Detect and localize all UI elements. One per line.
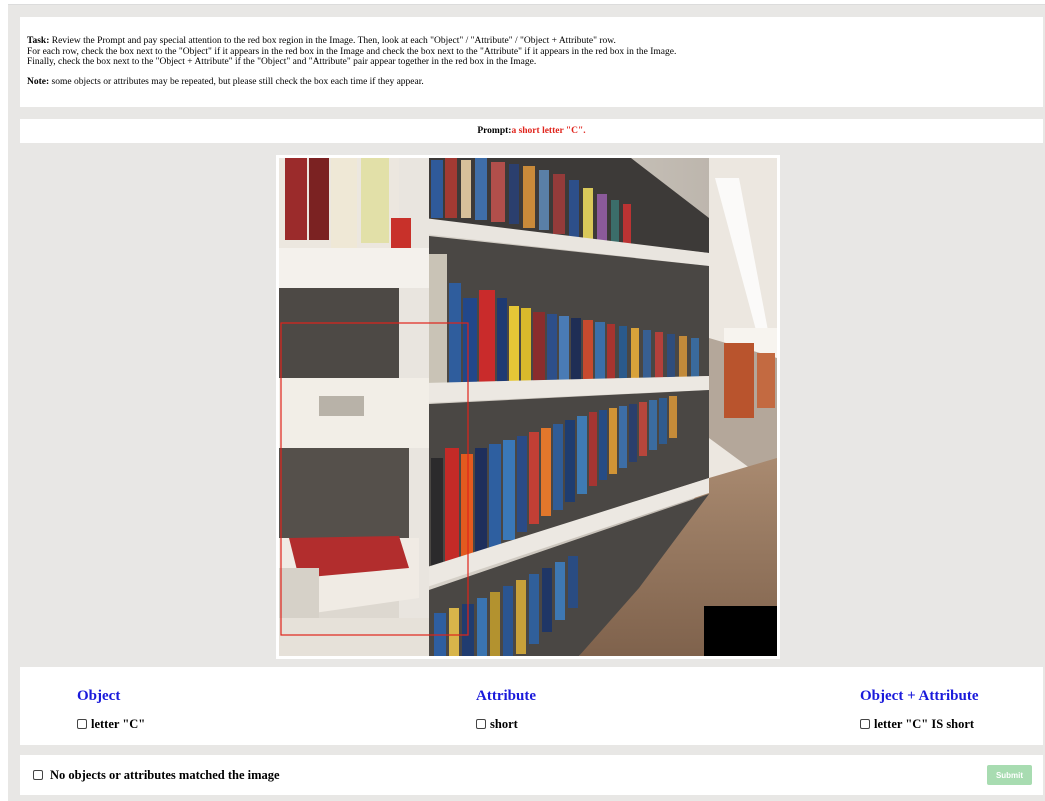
options-panel: Object letter "C" Attribute short Object… [20,667,1043,745]
no-match-label: No objects or attributes matched the ima… [50,768,280,782]
attribute-column: Attribute short [476,687,536,731]
object-attribute-column-title: Object + Attribute [860,688,979,704]
far-shelf-end-1 [724,343,754,418]
task-note: Note: some objects or attributes may be … [27,76,424,87]
bottom-bar: No objects or attributes matched the ima… [20,755,1043,795]
object-attribute-option-label: letter "C" IS short [874,717,975,731]
no-match-option[interactable]: No objects or attributes matched the ima… [33,768,280,782]
foreground-base [279,618,429,656]
foreground-book-cream [361,158,389,243]
foreground-shelf-top [279,248,429,288]
foreground-book-stack [391,218,411,248]
no-match-checkbox[interactable] [33,770,43,780]
annotation-page: Task: Review the Prompt and pay special … [8,4,1045,801]
task-instructions: Task: Review the Prompt and pay special … [20,17,1043,107]
foreground-dark-slot [279,288,399,378]
attribute-checkbox[interactable] [476,719,486,729]
task-image [276,155,780,659]
foreground-book-white [331,158,357,248]
foreground-label-holder [319,396,364,416]
object-option-label: letter "C" [91,717,146,731]
attribute-option-label: short [490,717,518,731]
attribute-option[interactable]: short [476,717,536,731]
object-attribute-column: Object + Attribute letter "C" IS short [860,687,979,731]
task-line-2: For each row, check the box next to the … [27,46,677,57]
object-column-title: Object [77,688,121,704]
object-checkbox[interactable] [77,719,87,729]
library-bookshelf-image [279,158,777,656]
black-patch [704,606,777,656]
task-line-1: Task: Review the Prompt and pay special … [27,36,616,46]
prompt-label: Prompt: [477,126,512,136]
object-attribute-option[interactable]: letter "C" IS short [860,717,979,731]
foreground-dark-slot-2 [279,448,409,538]
foreground-book-darkred [309,158,329,240]
task-line-3: Finally, check the box next to the "Obje… [27,57,537,67]
attribute-column-title: Attribute [476,688,536,704]
far-shelf-end-2 [757,353,775,408]
object-column: Object letter "C" [77,687,145,731]
prompt-value: a short letter "C". [511,126,586,136]
foreground-book-red [285,158,307,240]
submit-button[interactable]: Submit [987,765,1032,785]
object-attribute-checkbox[interactable] [860,719,870,729]
object-option[interactable]: letter "C" [77,717,145,731]
prompt-bar: Prompt:a short letter "C". [20,119,1043,143]
